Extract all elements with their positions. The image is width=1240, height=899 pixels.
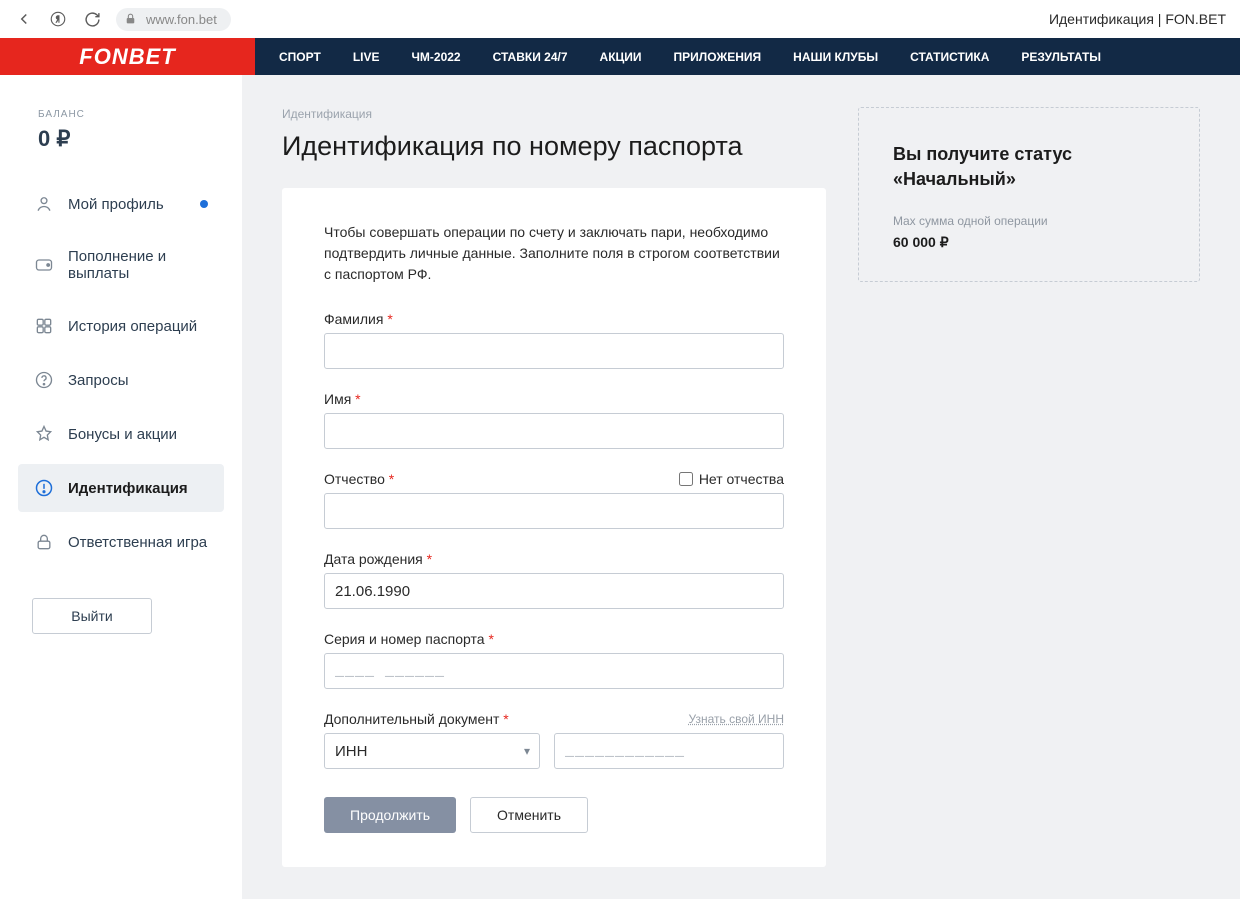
sidebar-item-label: Бонусы и акции	[68, 426, 177, 443]
dob-input[interactable]	[324, 573, 784, 609]
browser-page-title: Идентификация | FON.BET	[1049, 11, 1226, 27]
alert-circle-icon	[34, 478, 54, 498]
sidebar-item-profile[interactable]: Мой профиль	[18, 180, 224, 228]
sidebar-item-label: История операций	[68, 318, 197, 335]
lastname-input[interactable]	[324, 333, 784, 369]
question-icon	[34, 370, 54, 390]
sidebar-item-label: Мой профиль	[68, 196, 164, 213]
balance-value: 0 ₽	[38, 126, 224, 152]
nav-item[interactable]: НАШИ КЛУБЫ	[793, 50, 878, 64]
adddoc-number-input[interactable]	[554, 733, 784, 769]
sidebar-item-responsible[interactable]: Ответственная игра	[18, 518, 224, 566]
cancel-button[interactable]: Отменить	[470, 797, 588, 833]
nav-items: СПОРТ LIVE ЧМ-2022 СТАВКИ 24/7 АКЦИИ ПРИ…	[255, 38, 1125, 75]
sidebar-item-label: Идентификация	[68, 480, 188, 497]
yandex-icon[interactable]	[48, 9, 68, 29]
firstname-input[interactable]	[324, 413, 784, 449]
know-inn-link[interactable]: Узнать свой ИНН	[689, 712, 784, 726]
nav-item[interactable]: СТАВКИ 24/7	[493, 50, 568, 64]
adddoc-select[interactable]: ИНН	[324, 733, 540, 769]
no-patronymic-label: Нет отчества	[699, 471, 784, 487]
url-bar[interactable]: www.fon.bet	[116, 8, 231, 31]
reload-icon[interactable]	[82, 9, 102, 29]
status-caption: Max сумма одной операции	[893, 214, 1165, 228]
sidebar-item-deposit[interactable]: Пополнение и выплаты	[18, 234, 224, 296]
nav-item[interactable]: СПОРТ	[279, 50, 321, 64]
sidebar: БАЛАНС 0 ₽ Мой профиль Пополнение и выпл…	[0, 75, 242, 899]
status-title: Вы получите статус «Начальный»	[893, 142, 1165, 192]
nav-item[interactable]: СТАТИСТИКА	[910, 50, 989, 64]
patronymic-label: Отчество *	[324, 471, 394, 487]
notification-dot-icon	[200, 200, 208, 208]
browser-bar: www.fon.bet Идентификация | FON.BET	[0, 0, 1240, 38]
top-nav: FONBET СПОРТ LIVE ЧМ-2022 СТАВКИ 24/7 АК…	[0, 38, 1240, 75]
dob-label: Дата рождения *	[324, 551, 432, 567]
status-amount: 60 000 ₽	[893, 234, 1165, 251]
nav-item[interactable]: ЧМ-2022	[411, 50, 460, 64]
sidebar-item-label: Ответственная игра	[68, 534, 207, 551]
no-patronymic-input[interactable]	[679, 472, 693, 486]
lastname-label: Фамилия *	[324, 311, 393, 327]
lock-icon	[124, 12, 138, 26]
balance-label: БАЛАНС	[38, 109, 224, 120]
wallet-icon	[34, 255, 54, 275]
sidebar-item-requests[interactable]: Запросы	[18, 356, 224, 404]
lock-icon	[34, 532, 54, 552]
no-patronymic-checkbox[interactable]: Нет отчества	[679, 471, 784, 487]
identification-form: Чтобы совершать операции по счету и закл…	[282, 188, 826, 867]
nav-item[interactable]: АКЦИИ	[600, 50, 642, 64]
url-text: www.fon.bet	[146, 12, 217, 27]
logout-button[interactable]: Выйти	[32, 598, 152, 634]
back-icon[interactable]	[14, 9, 34, 29]
user-icon	[34, 194, 54, 214]
sidebar-item-identification[interactable]: Идентификация	[18, 464, 224, 512]
passport-input[interactable]	[324, 653, 784, 689]
sidebar-item-label: Пополнение и выплаты	[68, 248, 208, 282]
sidebar-item-label: Запросы	[68, 372, 129, 389]
page-heading: Идентификация по номеру паспорта	[282, 131, 826, 162]
nav-item[interactable]: РЕЗУЛЬТАТЫ	[1021, 50, 1101, 64]
nav-item[interactable]: ПРИЛОЖЕНИЯ	[674, 50, 762, 64]
logo[interactable]: FONBET	[0, 38, 255, 75]
patronymic-input[interactable]	[324, 493, 784, 529]
star-icon	[34, 424, 54, 444]
sidebar-item-history[interactable]: История операций	[18, 302, 224, 350]
firstname-label: Имя *	[324, 391, 361, 407]
main-content: Идентификация Идентификация по номеру па…	[242, 75, 1240, 899]
status-box: Вы получите статус «Начальный» Max сумма…	[858, 107, 1200, 282]
passport-label: Серия и номер паспорта *	[324, 631, 494, 647]
nav-item[interactable]: LIVE	[353, 50, 380, 64]
sidebar-item-bonuses[interactable]: Бонусы и акции	[18, 410, 224, 458]
form-intro: Чтобы совершать операции по счету и закл…	[324, 222, 784, 285]
breadcrumb: Идентификация	[282, 107, 826, 121]
adddoc-label: Дополнительный документ *	[324, 711, 509, 727]
history-icon	[34, 316, 54, 336]
continue-button[interactable]: Продолжить	[324, 797, 456, 833]
